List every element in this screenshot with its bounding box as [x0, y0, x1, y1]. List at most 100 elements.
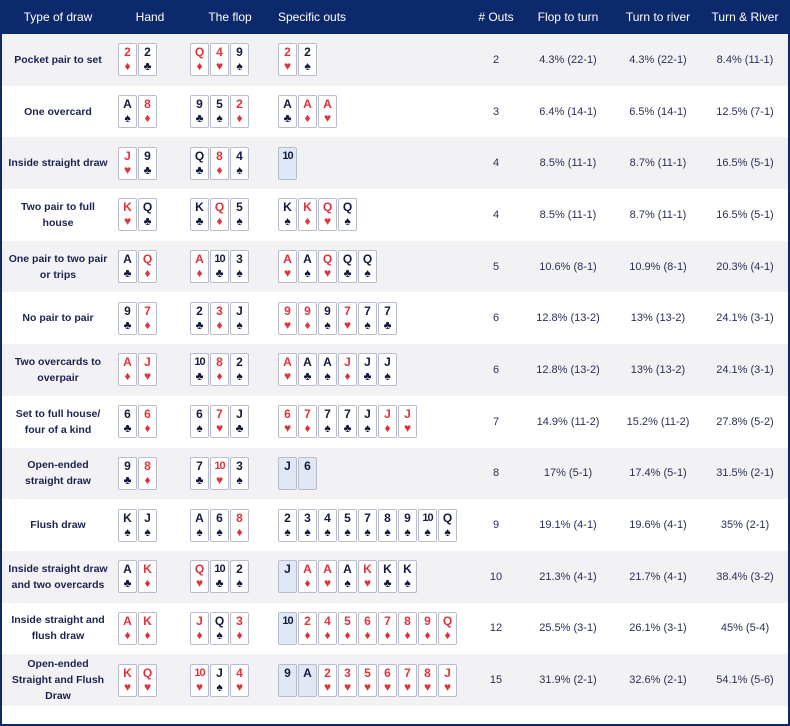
card-rank: K: [363, 562, 372, 577]
playing-card: Q ♦: [190, 43, 209, 77]
card-suit-icon: ♠: [324, 524, 331, 539]
table-row: Two pair to full house K ♥ Q ♣ K ♣ Q ♦ 5 ♠ K ♠ K ♦ Q ♥ Q ♠…: [2, 189, 788, 241]
draw-type: Inside straight draw and two overcards: [8, 562, 108, 591]
playing-card: 3 ♠: [230, 250, 249, 284]
specific-outs-cards-cell: 9 ♥ 9 ♦ 9 ♠ 7 ♥ 7 ♠ 7 ♣: [274, 292, 470, 344]
playing-card: 9 ♣: [118, 456, 137, 490]
card-rank: J: [364, 355, 371, 370]
playing-card: 2 ♦: [298, 611, 317, 645]
flop-cards: Q ♥ 10 ♣ 2 ♠: [190, 560, 270, 594]
card-suit-icon: ♠: [324, 369, 331, 384]
turn-to-river-odds: 13% (13-2): [630, 363, 686, 376]
flop-cards: Q ♣ 8 ♦ 4 ♠: [190, 146, 270, 180]
playing-card: 6 ♣: [118, 405, 137, 439]
card-rank: 4: [324, 510, 331, 525]
turn-to-river-odds: 15.2% (11-2): [626, 415, 690, 428]
card-suit-icon: ♦: [384, 627, 391, 642]
flop-to-turn-odds: 21.3% (4-1): [539, 570, 597, 583]
card-suit-icon: ♠: [384, 524, 391, 539]
card-suit-icon: ♣: [215, 576, 224, 591]
card-suit-icon: ♣: [343, 421, 352, 436]
playing-card: J ♦: [378, 405, 397, 439]
draw-type: Inside straight and flush draw: [11, 614, 105, 643]
card-suit-icon: ♦: [216, 317, 223, 332]
card-suit-icon: ♦: [364, 627, 371, 642]
card-suit-icon: ♥: [283, 421, 292, 436]
card-rank: K: [143, 613, 152, 628]
hand-cards-cell: A ♣ Q ♦: [114, 241, 186, 293]
draw-type: One overcard: [24, 105, 92, 118]
card-rank: Q: [142, 665, 153, 680]
header-type: Type of draw: [2, 0, 114, 34]
playing-card: J ♣: [358, 353, 377, 387]
card-suit-icon: ♥: [123, 214, 132, 229]
playing-card: J: [278, 456, 297, 490]
playing-card: 9 ♦: [418, 611, 437, 645]
header-specific-outs: Specific outs: [274, 0, 470, 34]
card-rank: 3: [304, 510, 311, 525]
turn-to-river-odds: 32.6% (2-1): [629, 674, 687, 687]
card-rank: 9: [236, 45, 243, 60]
turn-and-river-odds: 16.5% (5-1): [716, 157, 774, 170]
card-suit-icon: ♣: [123, 576, 132, 591]
turn-and-river-odds: 35% (2-1): [720, 519, 770, 532]
outs-count: 2: [492, 53, 500, 66]
playing-card: 3 ♥: [338, 663, 357, 697]
card-rank: 2: [124, 45, 131, 60]
card-suit-icon: ♥: [283, 317, 292, 332]
card-rank: A: [303, 562, 312, 577]
playing-card: 2 ♥: [318, 663, 337, 697]
flop-to-turn-odds: 4.3% (22-1): [539, 53, 597, 66]
turn-and-river-odds: 31.5% (2-1): [716, 467, 774, 480]
card-rank: 2: [284, 45, 291, 60]
card-suit-icon: ♠: [364, 524, 371, 539]
turn-to-river-odds: 8.7% (11-1): [629, 208, 687, 221]
card-suit-icon: ♦: [144, 627, 151, 642]
playing-card: Q ♣: [138, 198, 157, 232]
specific-outs-cards: 2 ♥ 2 ♠: [278, 43, 466, 77]
specific-outs-cards: K ♠ K ♦ Q ♥ Q ♠: [278, 198, 466, 232]
card-rank: 8: [216, 148, 223, 163]
card-rank: 9: [144, 148, 151, 163]
playing-card: K ♥: [358, 560, 377, 594]
card-suit-icon: ♣: [195, 317, 204, 332]
card-rank: J: [236, 303, 243, 318]
table-row: Open-ended straight draw 9 ♣ 8 ♦ 7 ♣ 10 ♥ 3 ♠ J 6 8 17…: [2, 447, 788, 500]
header-num-outs: # Outs: [470, 0, 522, 34]
playing-card: 7 ♥: [338, 301, 357, 335]
card-suit-icon: ♣: [215, 266, 224, 281]
card-suit-icon: ♣: [123, 266, 132, 281]
card-rank: A: [123, 355, 132, 370]
flop-cards-cell: 10 ♥ J ♠ 4 ♥: [186, 654, 274, 706]
specific-outs-cards-cell: J6: [274, 448, 470, 500]
card-suit-icon: ♥: [363, 576, 372, 591]
playing-card: 2 ♠: [298, 43, 317, 77]
playing-card: J ♣: [230, 405, 249, 439]
card-rank: A: [303, 355, 312, 370]
flop-to-turn-odds: 14.9% (11-2): [536, 415, 600, 428]
card-suit-icon: ♥: [343, 679, 352, 694]
specific-outs-cards: 10 2 ♦ 4 ♦ 5 ♦ 6 ♦ 7 ♦ 8 ♦ 9 ♦ Q ♦: [278, 611, 466, 645]
card-rank: A: [343, 562, 352, 577]
card-suit-icon: ♠: [384, 369, 391, 384]
outs-count: 3: [492, 105, 500, 118]
card-rank: 9: [196, 97, 203, 112]
flop-to-turn-odds: 8.5% (11-1): [539, 157, 597, 170]
playing-card: 9 ♦: [298, 301, 317, 335]
card-suit-icon: ♦: [144, 111, 151, 126]
hand-cards: K ♥ Q ♣: [118, 198, 182, 232]
card-rank: K: [283, 200, 292, 215]
flop-cards-cell: J ♦ Q ♠ 3 ♦: [186, 603, 274, 655]
card-rank: J: [144, 355, 151, 370]
card-suit-icon: ♦: [344, 627, 351, 642]
specific-outs-cards: J6: [278, 456, 466, 490]
playing-card: 2 ♠: [278, 508, 297, 542]
card-suit-icon: ♥: [215, 472, 224, 487]
card-suit-icon: ♣: [195, 111, 204, 126]
table-body: Pocket pair to set 2 ♦ 2 ♣ Q ♦ 4 ♥ 9 ♠ 2 ♥ 2 ♠ 2 4.3% (2…: [2, 34, 788, 706]
outs-count: 4: [492, 208, 500, 221]
hand-cards: K ♥ Q ♥: [118, 663, 182, 697]
playing-card: 3 ♦: [210, 301, 229, 335]
outs-count: 8: [492, 467, 500, 480]
card-rank: 6: [364, 613, 371, 628]
